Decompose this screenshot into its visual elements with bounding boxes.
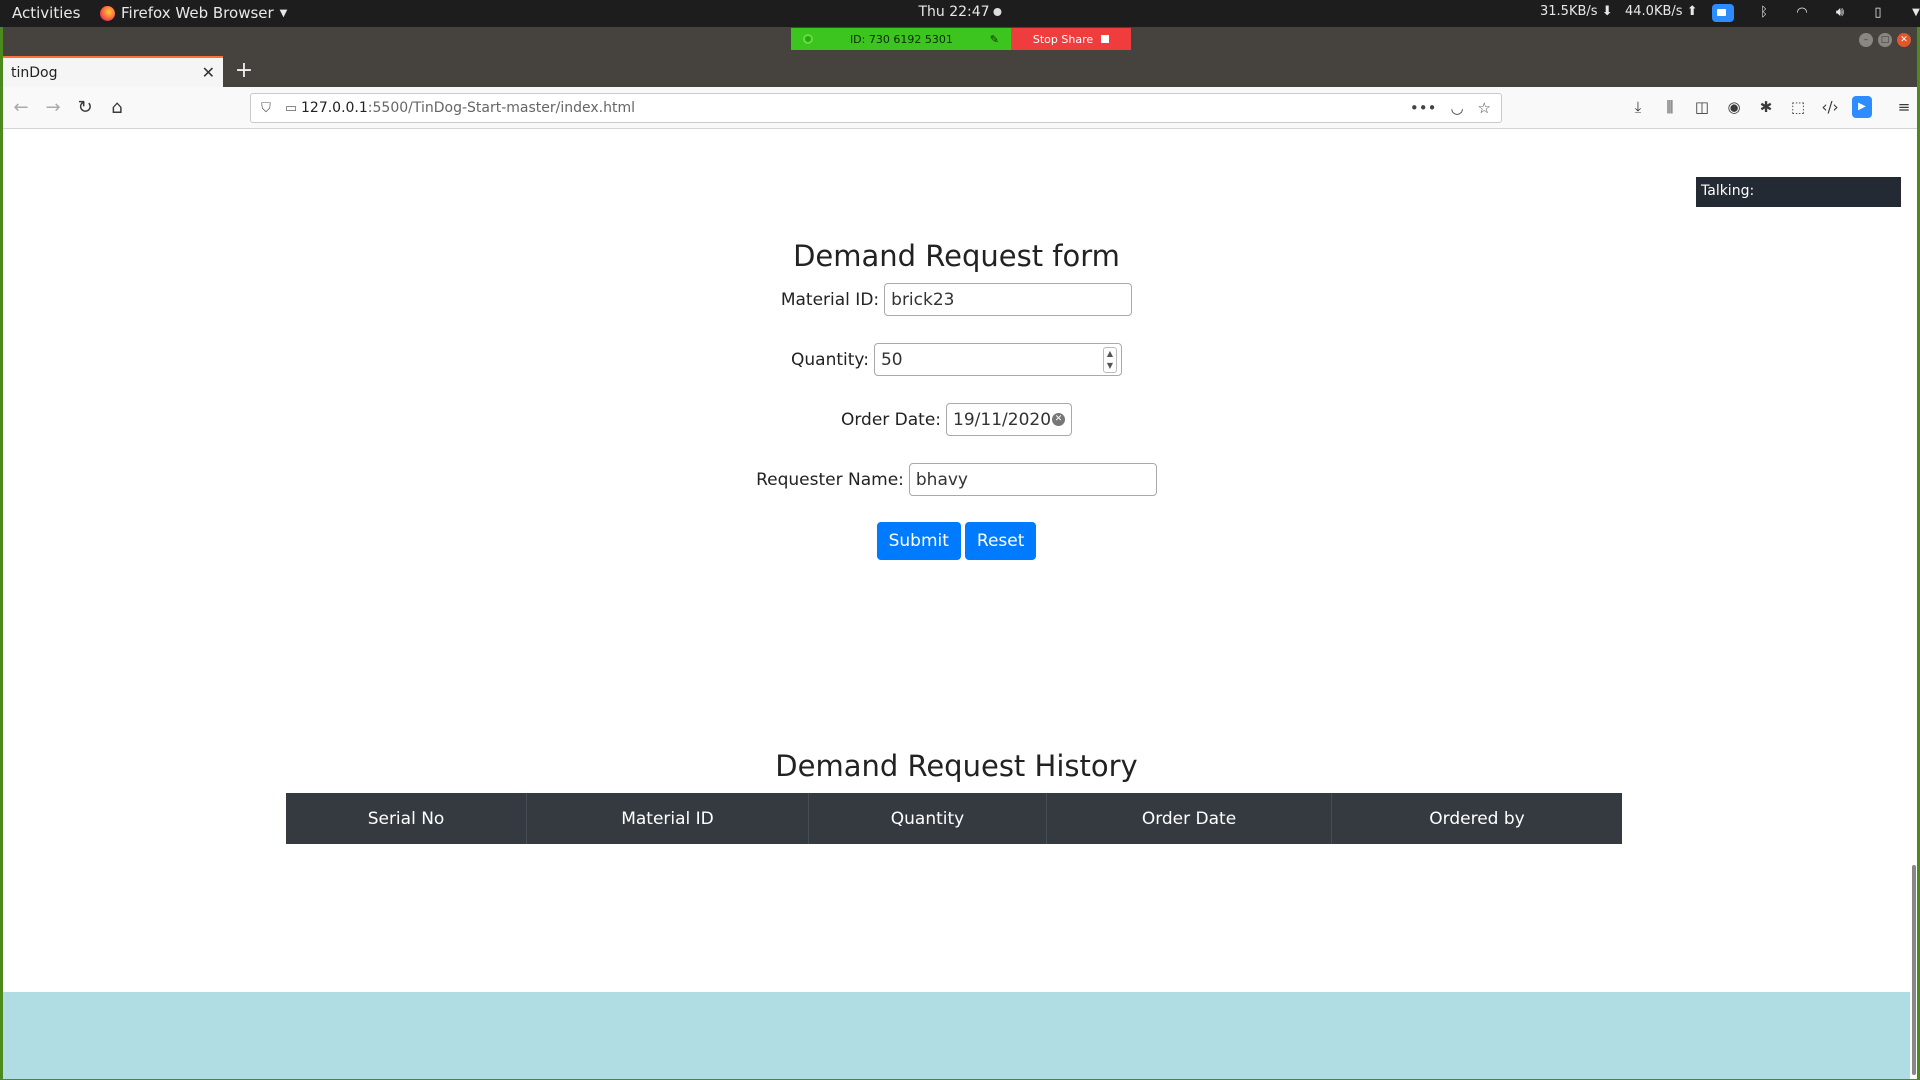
tab-tindog[interactable]: tinDog ✕ — [3, 56, 223, 87]
tab-title: tinDog — [11, 64, 58, 81]
activities-button[interactable]: Activities — [12, 4, 80, 22]
quantity-label: Quantity: — [791, 349, 869, 370]
material-id-label: Material ID: — [780, 289, 880, 310]
requester-row: Requester Name: bhavy — [3, 463, 1910, 496]
pocket-icon[interactable]: ◡ — [1450, 99, 1463, 117]
page-content: Talking: Demand Request form Material ID… — [3, 129, 1910, 1079]
close-window-icon[interactable]: ✕ — [1897, 33, 1911, 47]
meeting-id: ID: 730 6192 5301 — [849, 32, 953, 46]
url-path: :5500/TinDog-Start-master/index.html — [367, 100, 636, 116]
order-date-row: Order Date: 19/11/2020 ✕ — [3, 403, 1910, 436]
app-menu[interactable]: Firefox Web Browser ▼ — [100, 4, 287, 22]
network-speed-indicator[interactable]: 31.5KB/s ⬇ 44.0KB/s ⬆ — [1540, 4, 1698, 19]
column-header-order-date: Order Date — [1047, 793, 1332, 844]
page-actions-icon[interactable]: ••• — [1410, 99, 1437, 117]
download-speed: 31.5KB/s — [1540, 4, 1598, 19]
maximize-icon[interactable]: □ — [1878, 33, 1892, 47]
back-arrow-icon[interactable]: ← — [9, 96, 33, 120]
arrow-up-icon: ⬆ — [1686, 4, 1698, 19]
quantity-row: Quantity: 50 ▲ ▼ — [3, 343, 1910, 376]
column-header-ordered-by: Ordered by — [1429, 808, 1525, 829]
downloads-icon[interactable]: ⤓ — [1628, 96, 1648, 118]
account-icon[interactable]: ◉ — [1724, 96, 1744, 118]
tracking-shield-icon[interactable]: ⛉ — [251, 101, 281, 116]
minimize-icon[interactable]: – — [1859, 33, 1873, 47]
new-tab-button[interactable]: + — [232, 58, 256, 83]
scrollbar-thumb[interactable] — [1912, 865, 1916, 1075]
reset-button[interactable]: Reset — [964, 522, 1037, 560]
library-icon[interactable]: ⫼ — [1660, 96, 1680, 118]
column-header-quantity: Quantity — [809, 793, 1047, 844]
battery-icon[interactable]: ▯ — [1870, 5, 1886, 21]
system-menu-chevron-icon[interactable]: ▼ — [1908, 5, 1920, 21]
screenshot-icon[interactable]: ⬚ — [1788, 96, 1808, 118]
column-header-material-id: Material ID — [527, 793, 809, 844]
tab-strip: ID: 730 6192 5301 ✎ Stop Share – □ ✕ tin… — [3, 27, 1917, 87]
zoom-tray-icon[interactable] — [1712, 4, 1734, 22]
reload-icon[interactable]: ↻ — [73, 96, 97, 120]
screen-share-bar: ID: 730 6192 5301 ✎ Stop Share — [791, 28, 1131, 50]
clock-label: Thu 22:47 — [918, 4, 990, 20]
requester-name-input[interactable]: bhavy — [908, 463, 1157, 496]
chevron-down-icon: ▼ — [279, 7, 288, 19]
bluetooth-icon[interactable]: ᛒ — [1756, 5, 1772, 21]
sidebar-icon[interactable]: ◫ — [1692, 96, 1712, 118]
firefox-icon — [100, 5, 115, 21]
clear-date-icon[interactable]: ✕ — [1052, 413, 1066, 426]
order-date-value: 19/11/2020 — [953, 409, 1052, 430]
order-date-input[interactable]: 19/11/2020 ✕ — [946, 403, 1073, 436]
zoom-extension-icon[interactable]: ▶ — [1852, 96, 1872, 118]
app-menu-label: Firefox Web Browser — [121, 4, 274, 22]
order-date-label: Order Date: — [840, 409, 942, 430]
column-header-serial-no: Serial No — [286, 793, 527, 844]
stop-share-label: Stop Share — [1032, 32, 1094, 46]
navigation-toolbar: ← → ↻ ⌂ ⛉ ▭ 127.0.0.1:5500/TinDog-Start-… — [3, 87, 1917, 129]
wifi-icon[interactable]: ◠ — [1794, 5, 1810, 21]
quantity-stepper[interactable]: ▲ ▼ — [1102, 346, 1117, 373]
history-title: Demand Request History — [775, 749, 1138, 783]
volume-icon[interactable]: 🔊︎ — [1832, 5, 1848, 21]
page-info-icon[interactable]: ▭ — [281, 101, 301, 116]
footer-band — [3, 992, 1910, 1079]
window-controls: – □ ✕ — [1859, 33, 1911, 47]
extension-icon[interactable]: ✱ — [1756, 96, 1776, 118]
submit-button[interactable]: Submit — [876, 522, 961, 560]
history-table-header: Serial No Material ID Quantity Order Dat… — [286, 793, 1622, 844]
url-bar[interactable]: ⛉ ▭ 127.0.0.1:5500/TinDog-Start-master/i… — [250, 93, 1502, 123]
system-top-bar: Activities Firefox Web Browser ▼ Thu 22:… — [0, 0, 1920, 27]
share-status-icon — [803, 34, 813, 44]
url-host: 127.0.0.1 — [301, 100, 368, 116]
menu-icon[interactable]: ≡ — [1894, 96, 1914, 118]
form-buttons: Submit Reset — [3, 522, 1910, 560]
close-tab-icon[interactable]: ✕ — [202, 63, 215, 82]
requester-name-value: bhavy — [915, 469, 968, 490]
home-icon[interactable]: ⌂ — [105, 96, 129, 120]
forward-arrow-icon[interactable]: → — [41, 96, 65, 120]
bookmark-star-icon[interactable]: ☆ — [1478, 99, 1491, 117]
arrow-down-icon: ⬇ — [1601, 4, 1613, 19]
annotate-icon[interactable]: ✎ — [990, 33, 999, 46]
stop-share-button[interactable]: Stop Share — [1011, 28, 1131, 50]
clock[interactable]: Thu 22:47 — [918, 4, 1002, 20]
form-title: Demand Request form — [793, 239, 1120, 273]
toolbar-extensions: ⤓ ⫼ ◫ ◉ ✱ ⬚ ‹/› ▶ ≡ — [1628, 96, 1914, 118]
upload-speed: 44.0KB/s — [1625, 4, 1683, 19]
browser-chrome: ID: 730 6192 5301 ✎ Stop Share – □ ✕ tin… — [3, 27, 1917, 129]
material-id-value: brick23 — [891, 289, 955, 310]
quantity-value: 50 — [880, 349, 903, 370]
material-id-row: Material ID: brick23 — [3, 283, 1910, 316]
material-id-input[interactable]: brick23 — [884, 283, 1133, 316]
requester-name-label: Requester Name: — [756, 469, 904, 490]
stop-icon — [1101, 35, 1110, 43]
meeting-id-panel[interactable]: ID: 730 6192 5301 ✎ — [791, 28, 1011, 50]
notification-dot-icon — [993, 8, 1002, 16]
dev-tools-icon[interactable]: ‹/› — [1820, 96, 1840, 118]
quantity-input[interactable]: 50 ▲ ▼ — [873, 343, 1122, 376]
talking-indicator: Talking: — [1696, 177, 1901, 207]
